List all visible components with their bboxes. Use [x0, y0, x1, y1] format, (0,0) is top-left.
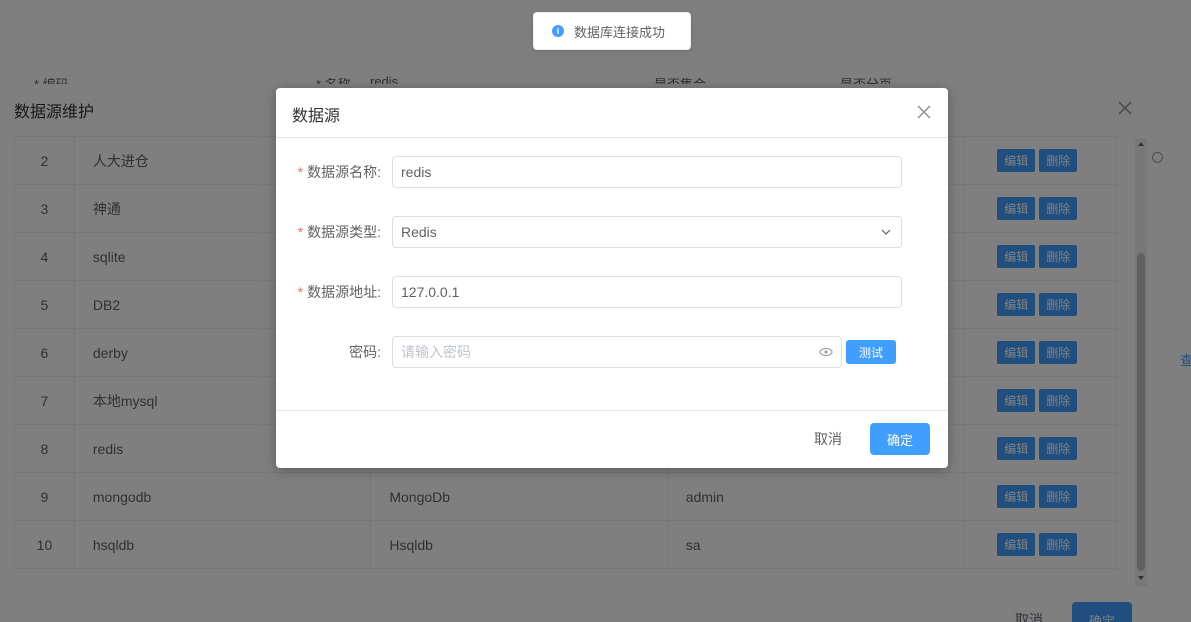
type-select-value: Redis — [401, 224, 437, 240]
name-label: * 数据源名称: — [297, 164, 381, 180]
form-row-type: * 数据源类型: Redis — [276, 216, 948, 248]
type-label: * 数据源类型: — [297, 224, 381, 240]
dialog-footer: 取消 确定 — [276, 410, 948, 468]
test-connection-button[interactable]: 测试 — [846, 340, 896, 364]
password-label: 密码: — [349, 344, 381, 360]
form-row-password: 密码: 请输入密码 测试 — [276, 336, 948, 368]
datasource-type-select[interactable]: Redis — [392, 216, 902, 248]
password-placeholder: 请输入密码 — [401, 344, 471, 360]
close-icon[interactable] — [916, 104, 932, 120]
dialog-title: 数据源 — [292, 108, 341, 125]
eye-icon[interactable] — [819, 347, 833, 357]
dialog-header: 数据源 — [276, 88, 948, 138]
info-icon: i — [552, 25, 564, 37]
form-row-name: * 数据源名称: redis — [276, 156, 948, 188]
datasource-dialog: 数据源 * 数据源名称: redis * 数据源类型: Redis * 数据源地址: … — [276, 88, 948, 468]
success-toast: i 数据库连接成功 — [533, 12, 691, 50]
confirm-button[interactable]: 确定 — [870, 423, 930, 455]
password-input[interactable]: 请输入密码 — [392, 336, 842, 368]
chevron-down-icon — [881, 229, 891, 235]
datasource-address-input[interactable]: 127.0.0.1 — [392, 276, 902, 308]
toast-message: 数据库连接成功 — [574, 24, 666, 40]
form-row-address: * 数据源地址: 127.0.0.1 — [276, 276, 948, 308]
cancel-button[interactable]: 取消 — [814, 429, 842, 449]
address-label: * 数据源地址: — [297, 284, 381, 300]
datasource-name-input[interactable]: redis — [392, 156, 902, 188]
